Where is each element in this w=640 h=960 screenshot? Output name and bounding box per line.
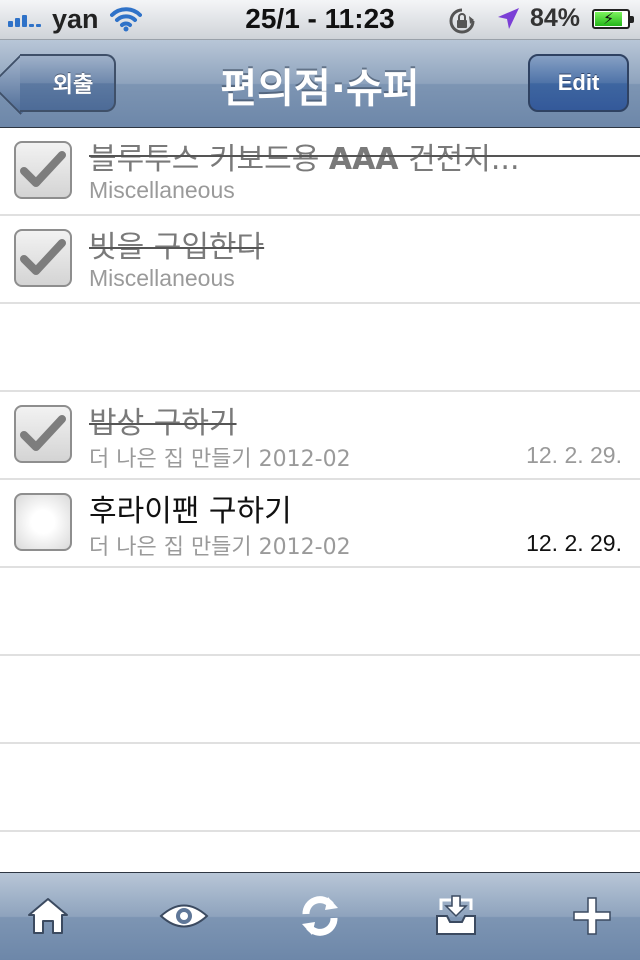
inbox-download-icon [436,895,476,935]
task-title: 후라이팬 구하기 [89,494,292,529]
checkmark-icon [20,415,66,451]
plus-icon [573,897,611,935]
task-list: 블루투스 키보드용 AAA 건전지... Miscellaneous 빗을 구입… [0,128,640,832]
bottom-toolbar [0,872,640,960]
back-button-label: 외출 [52,73,94,98]
empty-row [0,304,640,392]
location-arrow-icon [498,8,519,29]
empty-row [0,568,640,656]
rotation-lock-icon [449,8,475,34]
sync-button[interactable] [295,891,345,941]
back-button[interactable]: 외출 [20,54,116,112]
navigation-bar: 외출 편의점·슈퍼 Edit [0,40,640,128]
list-item[interactable]: 빗을 구입한다 Miscellaneous [0,216,640,304]
home-icon [28,898,68,934]
task-title: 빗을 구입한다 [89,230,265,265]
edit-button-label: Edit [557,70,600,95]
checkmark-icon [20,239,66,275]
edit-button[interactable]: Edit [528,54,629,112]
task-project: 더 나은 집 만들기 2012-02 [89,535,351,560]
empty-row [0,656,640,744]
checkmark-icon [20,151,66,187]
inbox-button[interactable] [431,891,481,941]
task-title-bold: AAA [328,142,399,177]
list-item[interactable]: 밥상 구하기 더 나은 집 만들기 2012-02 12. 2. 29. [0,392,640,480]
task-title-part: 건전지... [398,142,520,177]
task-due-date: 12. 2. 29. [526,442,622,468]
task-checkbox[interactable] [14,405,72,463]
list-item[interactable]: 블루투스 키보드용 AAA 건전지... Miscellaneous [0,128,640,216]
empty-row [0,744,640,832]
view-button[interactable] [159,891,209,941]
add-button[interactable] [567,891,617,941]
eye-icon [159,904,209,928]
sync-icon [302,896,338,936]
task-checkbox[interactable] [14,229,72,287]
task-checkbox[interactable] [14,141,72,199]
task-category: Miscellaneous [89,265,235,291]
strikethrough-line [89,155,640,157]
task-due-date: 12. 2. 29. [526,530,622,556]
list-item[interactable]: 후라이팬 구하기 더 나은 집 만들기 2012-02 12. 2. 29. [0,480,640,568]
home-button[interactable] [23,891,73,941]
task-checkbox[interactable] [14,493,72,551]
battery-percent: 84% [530,4,581,32]
charging-bolt-icon: ⚡ [603,9,615,28]
task-title-part: 블루투스 키보드용 [89,142,329,177]
task-project: 더 나은 집 만들기 2012-02 [89,447,351,472]
status-bar: yan 25/1 - 11:23 84% ⚡ [0,0,640,40]
task-title: 밥상 구하기 [89,406,237,441]
task-category: Miscellaneous [89,177,235,203]
battery-charging-icon: ⚡ [592,9,634,29]
